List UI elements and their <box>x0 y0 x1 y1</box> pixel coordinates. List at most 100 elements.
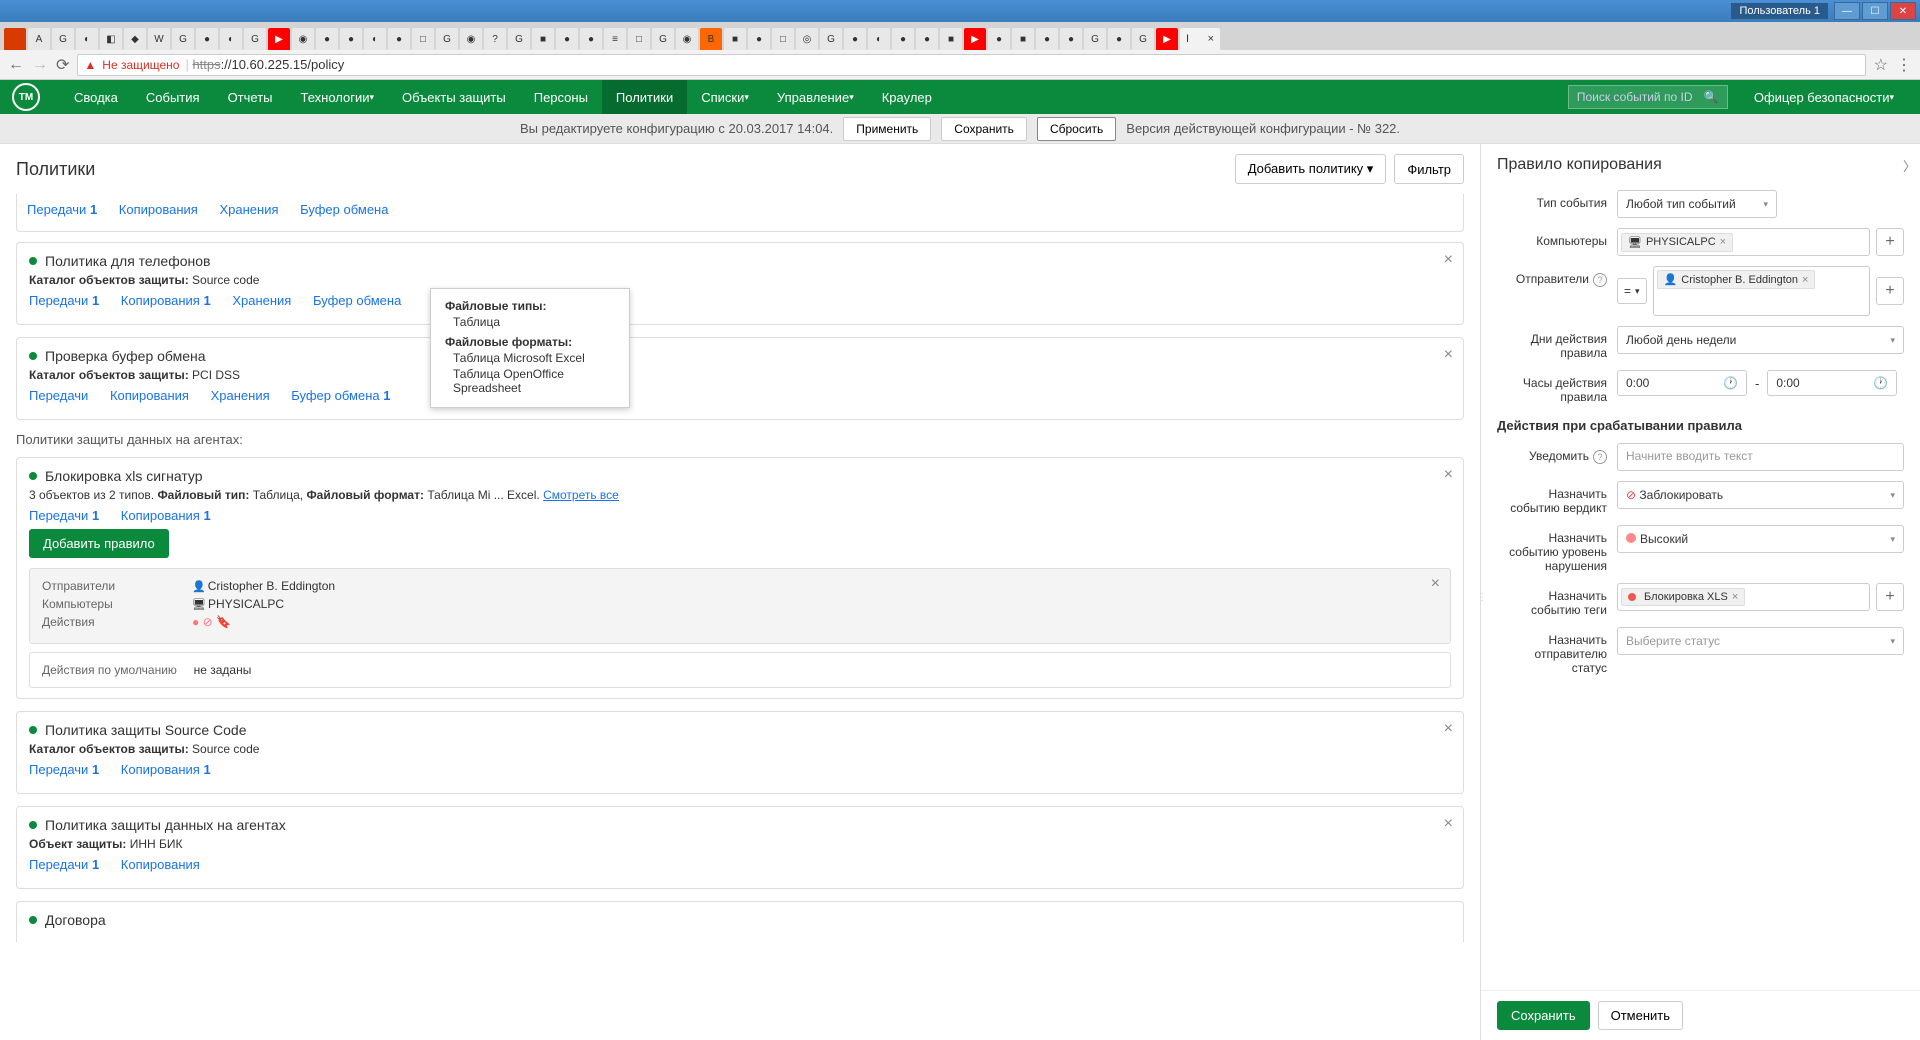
tab-favicon[interactable]: ● <box>196 28 218 50</box>
tab-favicon[interactable]: ● <box>340 28 362 50</box>
tab-favicon[interactable]: ● <box>316 28 338 50</box>
add-policy-button[interactable]: Добавить политику ▾ <box>1235 154 1387 184</box>
tab-favicon[interactable]: ◎ <box>796 28 818 50</box>
tags-input[interactable]: Блокировка XLS× <box>1617 583 1870 611</box>
add-sender-button[interactable]: + <box>1876 277 1904 305</box>
tab-favicon[interactable]: ■ <box>532 28 554 50</box>
star-icon[interactable]: ☆ <box>1874 55 1888 75</box>
tab-favicon[interactable]: ● <box>844 28 866 50</box>
nav-policies[interactable]: Политики <box>602 80 687 114</box>
tab-favicon[interactable]: □ <box>628 28 650 50</box>
tab-close-icon[interactable]: × <box>1208 33 1214 45</box>
logo[interactable]: ТМ <box>12 83 40 111</box>
link-store[interactable]: Хранения <box>211 388 270 403</box>
link-clip[interactable]: Буфер обмена <box>300 202 388 217</box>
tab-favicon[interactable]: ◉ <box>460 28 482 50</box>
tab-favicon[interactable]: B <box>700 28 722 50</box>
tab-favicon[interactable]: ■ <box>940 28 962 50</box>
chip-remove-icon[interactable]: × <box>1732 591 1738 603</box>
link-clip[interactable]: Буфер обмена 1 <box>291 388 390 403</box>
level-select[interactable]: Высокий <box>1617 525 1904 553</box>
collapse-icon[interactable]: 〉 <box>1903 156 1916 175</box>
nav-summary[interactable]: Сводка <box>60 80 132 114</box>
computer-chip[interactable]: 🖥PHYSICALPC× <box>1621 233 1733 252</box>
tab-favicon[interactable]: G <box>820 28 842 50</box>
tab-favicon[interactable]: ◉ <box>676 28 698 50</box>
search-input[interactable]: Поиск событий по ID 🔍 <box>1568 85 1728 109</box>
window-close[interactable]: ✕ <box>1890 2 1916 20</box>
add-computer-button[interactable]: + <box>1876 228 1904 256</box>
tab-favicon[interactable]: A <box>28 28 50 50</box>
tab-favicon[interactable]: G <box>652 28 674 50</box>
event-type-select[interactable]: Любой тип событий <box>1617 190 1777 218</box>
window-minimize[interactable]: — <box>1834 2 1860 20</box>
link-transfer[interactable]: Передачи <box>29 388 88 403</box>
rule-box[interactable]: × Отправители👤Cristopher B. Eddington Ко… <box>29 568 1451 644</box>
tab-favicon[interactable]: ■ <box>724 28 746 50</box>
senders-input[interactable]: 👤Cristopher B. Eddington× <box>1653 266 1870 316</box>
close-icon[interactable]: × <box>1444 720 1453 738</box>
link-copy[interactable]: Копирования <box>119 202 198 217</box>
close-icon[interactable]: × <box>1431 575 1440 593</box>
tab-favicon[interactable]: G <box>244 28 266 50</box>
tag-chip[interactable]: Блокировка XLS× <box>1621 588 1745 606</box>
notify-input[interactable]: Начните вводить текст <box>1617 443 1904 471</box>
tab-favicon[interactable]: W <box>148 28 170 50</box>
tab-favicon[interactable]: ◐ <box>76 28 98 50</box>
tab-favicon[interactable]: G <box>1132 28 1154 50</box>
nav-crawler[interactable]: Краулер <box>868 80 946 114</box>
url-input[interactable]: ▲ Не защищено | https ://10.60.225.15/po… <box>77 54 1865 76</box>
computers-input[interactable]: 🖥PHYSICALPC× <box>1617 228 1870 256</box>
menu-icon[interactable]: ⋮ <box>1896 55 1912 75</box>
link-transfer[interactable]: Передачи 1 <box>29 293 99 308</box>
tab-favicon[interactable]: ● <box>748 28 770 50</box>
link-transfer[interactable]: Передачи 1 <box>29 508 99 523</box>
nav-user[interactable]: Офицер безопасности <box>1740 80 1908 114</box>
add-tag-button[interactable]: + <box>1876 583 1904 611</box>
nav-objects[interactable]: Объекты защиты <box>388 80 520 114</box>
chip-remove-icon[interactable]: × <box>1720 236 1726 248</box>
tab-favicon[interactable]: ◐ <box>364 28 386 50</box>
tab-favicon[interactable]: ≡ <box>604 28 626 50</box>
tab-favicon[interactable]: □ <box>412 28 434 50</box>
tab-favicon[interactable]: ● <box>988 28 1010 50</box>
nav-lists[interactable]: Списки <box>687 80 763 114</box>
tab-favicon[interactable]: ▶ <box>268 28 290 50</box>
tab-favicon[interactable]: ● <box>556 28 578 50</box>
close-icon[interactable]: × <box>1444 251 1453 269</box>
filter-button[interactable]: Фильтр <box>1394 154 1464 184</box>
tab-favicon[interactable]: ● <box>580 28 602 50</box>
link-clip[interactable]: Буфер обмена <box>313 293 401 308</box>
link-store[interactable]: Хранения <box>219 202 278 217</box>
active-tab[interactable]: I× <box>1180 28 1220 50</box>
tab-favicon[interactable]: G <box>508 28 530 50</box>
nav-tech[interactable]: Технологии <box>287 80 389 114</box>
tab-favicon[interactable]: ◧ <box>100 28 122 50</box>
nav-events[interactable]: События <box>132 80 214 114</box>
chip-remove-icon[interactable]: × <box>1802 274 1808 286</box>
sender-chip[interactable]: 👤Cristopher B. Eddington× <box>1657 270 1816 289</box>
link-copy[interactable]: Копирования 1 <box>121 762 211 777</box>
back-icon[interactable]: ← <box>8 56 24 74</box>
operator-select[interactable]: = ▾ <box>1617 278 1647 304</box>
tab-favicon[interactable]: ● <box>388 28 410 50</box>
tab-favicon[interactable]: ▶ <box>964 28 986 50</box>
tab-favicon[interactable]: ■ <box>1012 28 1034 50</box>
tab-favicon[interactable]: G <box>436 28 458 50</box>
tab-favicon[interactable]: ● <box>1036 28 1058 50</box>
time-from-input[interactable]: 0:00🕐 <box>1617 370 1747 396</box>
link-transfer[interactable]: Передачи 1 <box>29 857 99 872</box>
drag-handle[interactable]: ⋮ <box>1477 592 1487 603</box>
link-copy[interactable]: Копирования 1 <box>121 293 211 308</box>
nav-persons[interactable]: Персоны <box>520 80 602 114</box>
tab-favicon[interactable]: ? <box>484 28 506 50</box>
tab-favicon[interactable]: ● <box>916 28 938 50</box>
tab-favicon[interactable]: ▶ <box>1156 28 1178 50</box>
window-maximize[interactable]: ☐ <box>1862 2 1888 20</box>
link-copy[interactable]: Копирования <box>121 857 200 872</box>
days-select[interactable]: Любой день недели <box>1617 326 1904 354</box>
nav-reports[interactable]: Отчеты <box>214 80 287 114</box>
link-transfer[interactable]: Передачи 1 <box>27 202 97 217</box>
tab-favicon[interactable]: ◐ <box>220 28 242 50</box>
help-icon[interactable]: ? <box>1593 273 1607 287</box>
